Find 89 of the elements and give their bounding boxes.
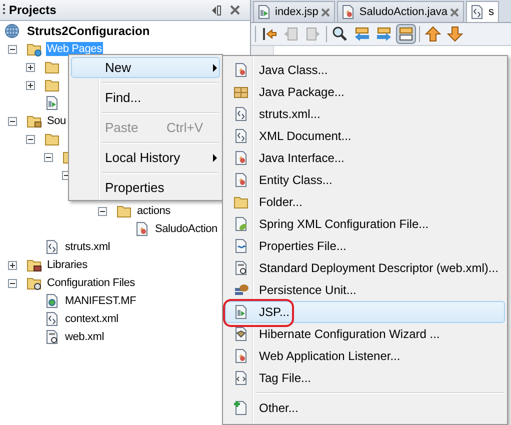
menu-item[interactable]: Properties File... [225,235,505,257]
jsp-file-icon [44,95,60,111]
tree-item[interactable]: struts.xml [64,240,112,254]
java-file-icon [232,172,248,188]
back-to-source-icon[interactable] [260,25,278,43]
menu-item[interactable]: Entity Class... [225,169,505,191]
folder-icon [116,203,132,219]
panel-title: Projects [9,3,58,17]
close-icon[interactable] [450,8,460,16]
config-folder-icon [26,275,42,291]
highlight-toggle-icon[interactable] [397,25,415,43]
tree-item[interactable]: Libraries [46,258,88,272]
close-icon[interactable] [230,5,240,15]
expand-toggle[interactable] [26,62,35,72]
menu-item[interactable]: New [71,57,220,78]
collapse-toggle[interactable] [98,206,107,216]
menu-item[interactable]: Find... [71,87,220,108]
library-folder-icon [26,257,42,273]
database-icon [232,282,248,298]
package-folder-icon [26,113,42,129]
xml-file-icon [469,4,486,20]
menu-item[interactable]: XML Document... [225,125,505,147]
java-file-icon [232,150,248,166]
menu-item[interactable]: Java Interface... [225,147,505,169]
web-folder-icon [26,41,42,57]
collapse-toggle[interactable] [8,278,17,288]
tree-item[interactable]: context.xml [64,312,120,326]
properties-file-icon [232,238,248,254]
descriptor-file-icon [232,260,248,276]
menu-item[interactable]: Tag File... [225,367,505,389]
tree-item[interactable]: actions [136,204,172,218]
expand-toggle[interactable] [8,260,17,270]
menu-item[interactable]: Folder... [225,191,505,213]
next-icon[interactable] [375,25,393,43]
collapse-toggle[interactable] [8,116,17,126]
folder-icon [232,194,248,210]
xml-file-icon [44,311,60,327]
editor-tab[interactable]: index.jsp [253,1,336,22]
tree-item[interactable]: MANIFEST.MF [64,294,138,308]
editor-tab[interactable]: s [466,1,499,22]
jsp-file-icon [232,304,248,320]
tree-item[interactable]: Configuration Files [46,276,136,290]
tree-item[interactable]: SaludoAction [154,222,218,236]
expand-toggle[interactable] [26,80,35,90]
descriptor-file-icon [44,329,60,345]
menu-item[interactable]: Persistence Unit... [225,279,505,301]
folder-icon [44,77,60,93]
tree-item[interactable]: Sou [46,114,67,128]
leaf-file-icon [232,216,248,232]
xml-file-icon [232,106,248,122]
jsp-file-icon [256,4,272,20]
up-arrow-icon[interactable] [424,25,442,43]
tree-item[interactable]: Struts2Configuracion [26,23,151,39]
java-file-icon [340,4,356,20]
collapse-toggle[interactable] [44,152,53,162]
package-icon [232,84,248,100]
shortcut-text: Ctrl+V [166,120,203,135]
java-file-icon [232,62,248,78]
config-file-icon [232,326,248,342]
manifest-file-icon [44,293,60,309]
xml-file-icon [44,239,60,255]
collapse-toggle[interactable] [8,44,17,54]
globe-icon [4,23,20,39]
menu-item[interactable]: Local History [71,147,220,168]
java-file-icon [134,221,150,237]
menu-item[interactable]: struts.xml... [225,103,505,125]
new-file-icon [232,400,248,416]
minimize-icon[interactable] [211,4,222,16]
folder-icon [44,59,60,75]
editor-tab[interactable]: SaludoAction.java [337,1,464,22]
menu-item[interactable]: Spring XML Configuration File... [225,213,505,235]
menu-item[interactable]: Java Class... [225,59,505,81]
xml-file-icon [232,128,248,144]
tree-item[interactable]: web.xml [64,330,105,344]
menu-item[interactable]: Hibernate Configuration Wizard ... [225,323,505,345]
drag-handle[interactable] [3,4,5,16]
collapse-toggle[interactable] [26,134,35,144]
previous-icon[interactable] [353,25,371,43]
down-arrow-icon[interactable] [446,25,464,43]
menu-item[interactable]: Properties [71,177,220,198]
search-icon[interactable] [331,25,349,43]
folder-icon [44,131,60,147]
menu-item[interactable]: Web Application Listener... [225,345,505,367]
menu-item[interactable]: Standard Deployment Descriptor (web.xml)... [225,257,505,279]
menu-item[interactable]: Other... [225,397,505,419]
java-file-icon [232,348,248,364]
close-icon[interactable] [321,8,330,16]
menu-item[interactable]: Java Package... [225,81,505,103]
tag-file-icon [232,370,248,386]
